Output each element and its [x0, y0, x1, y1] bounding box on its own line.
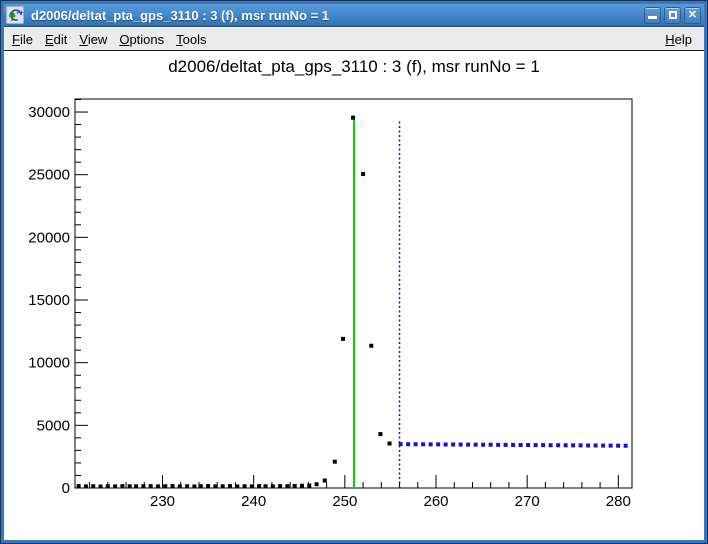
series-histogram-data-points	[77, 484, 81, 488]
x-tick-label: 240	[241, 493, 266, 510]
root-logo-icon[interactable]: ++	[6, 6, 24, 24]
series-histogram-data-points	[369, 344, 373, 348]
series-histogram-data-points	[149, 484, 153, 488]
series-histogram-data-points	[113, 484, 117, 488]
close-icon: ✕	[688, 10, 697, 21]
menu-item-view[interactable]: View	[73, 30, 113, 49]
menu-item-edit[interactable]: Edit	[39, 30, 73, 49]
close-button[interactable]: ✕	[684, 7, 701, 24]
series-histogram-data-points	[315, 482, 319, 486]
x-tick-label: 230	[150, 493, 175, 510]
series-histogram-data-points	[106, 484, 110, 488]
y-tick-label: 30000	[28, 104, 70, 121]
series-histogram-data-points	[341, 337, 345, 341]
series-histogram-data-points	[271, 484, 275, 488]
minimize-icon	[648, 16, 657, 19]
titlebar[interactable]: ++ d2006/deltat_pta_gps_3110 : 3 (f), ms…	[4, 4, 704, 27]
series-histogram-data-points	[128, 484, 132, 488]
series-histogram-data-points	[378, 432, 382, 436]
series-histogram-data-points	[206, 484, 210, 488]
root-canvas-window: ++ d2006/deltat_pta_gps_3110 : 3 (f), ms…	[0, 0, 708, 544]
menu-item-file[interactable]: File	[6, 30, 39, 49]
y-tick-label: 15000	[28, 292, 70, 309]
series-histogram-data-points	[235, 484, 239, 488]
x-tick-label: 280	[606, 493, 631, 510]
series-histogram-data-points	[84, 484, 88, 488]
series-histogram-data-points	[361, 172, 365, 176]
series-histogram-data-points	[199, 484, 203, 488]
series-histogram-data-points	[213, 484, 217, 488]
series-histogram-data-points	[307, 483, 311, 487]
series-histogram-data-points	[285, 484, 289, 488]
series-histogram-data-points	[293, 484, 297, 488]
menu-item-tools[interactable]: Tools	[170, 30, 212, 49]
series-histogram-data-points	[134, 484, 138, 488]
window-title: d2006/deltat_pta_gps_3110 : 3 (f), msr r…	[31, 8, 644, 23]
root-logo-glyph: ++	[7, 7, 23, 23]
series-histogram-data-points	[99, 484, 103, 488]
series-histogram-data-points	[257, 484, 261, 488]
series-histogram-data-points	[163, 484, 167, 488]
series-histogram-data-points	[264, 484, 268, 488]
y-tick-label: 0	[62, 480, 70, 497]
series-histogram-data-points	[171, 484, 175, 488]
y-tick-label: 10000	[28, 355, 70, 372]
series-histogram-data-points	[243, 484, 247, 488]
x-tick-label: 260	[423, 493, 448, 510]
series-histogram-data-points	[192, 484, 196, 488]
y-tick-label: 25000	[28, 167, 70, 184]
y-tick-label: 20000	[28, 229, 70, 246]
y-tick-label: 5000	[37, 417, 70, 434]
menubar: File Edit View Options Tools Help	[4, 27, 704, 51]
series-histogram-data-points	[156, 484, 160, 488]
series-background-level-line	[399, 444, 631, 446]
x-tick-label: 250	[332, 493, 357, 510]
series-histogram-data-points	[141, 484, 145, 488]
maximize-icon	[669, 11, 677, 19]
series-histogram-data-points	[228, 484, 232, 488]
menu-item-help[interactable]: Help	[659, 30, 698, 49]
series-histogram-data-points	[250, 484, 254, 488]
svg-text:++: ++	[16, 10, 23, 17]
series-histogram-data-points	[323, 478, 327, 482]
series-histogram-data-points	[91, 484, 95, 488]
menu-item-options[interactable]: Options	[113, 30, 170, 49]
series-histogram-data-points	[278, 484, 282, 488]
series-histogram-data-points	[185, 484, 189, 488]
series-histogram-data-points	[300, 484, 304, 488]
series-histogram-data-points	[388, 442, 392, 446]
plot-canvas[interactable]: d2006/deltat_pta_gps_3110 : 3 (f), msr r…	[4, 51, 704, 540]
series-histogram-data-points	[120, 484, 124, 488]
series-histogram-data-points	[333, 460, 337, 464]
histogram-plot[interactable]: 230 240 250 260 270 280 0 5000 10000 15000 20000 25…	[4, 51, 704, 540]
series-histogram-data-points	[351, 116, 355, 120]
maximize-button[interactable]	[664, 7, 681, 24]
series-histogram-data-points	[178, 484, 182, 488]
series-histogram-data-points	[221, 484, 225, 488]
minimize-button[interactable]	[644, 7, 661, 24]
x-tick-label: 270	[515, 493, 540, 510]
